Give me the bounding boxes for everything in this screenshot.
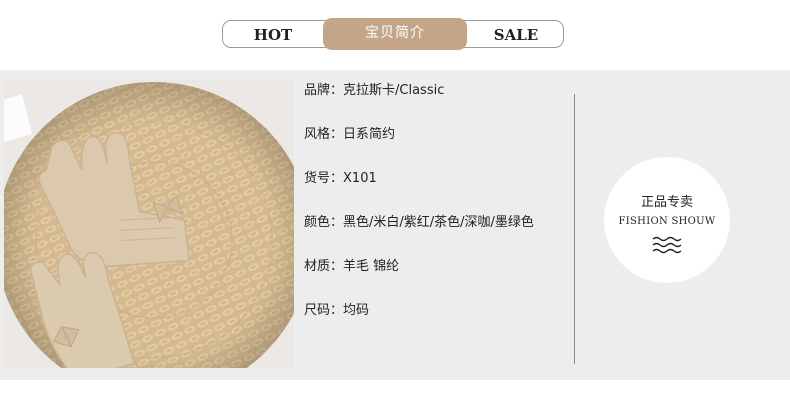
spec-material: 材质：羊毛 锦纶 xyxy=(304,256,574,300)
spec-size: 尺码：均码 xyxy=(304,300,574,344)
authentic-badge: 正品专卖 FISHION SHOUW xyxy=(604,157,730,283)
spec-label: 颜色： xyxy=(304,215,344,230)
tab-product-intro[interactable]: 宝贝简介 xyxy=(323,18,467,50)
badge-subtitle: FISHION SHOUW xyxy=(618,216,716,227)
spec-value: 日系简约 xyxy=(343,127,396,142)
spec-brand: 品牌：克拉斯卡/Classic xyxy=(304,80,574,124)
spec-label: 尺码： xyxy=(304,303,344,318)
spec-label: 材质： xyxy=(304,259,344,274)
spec-label: 风格： xyxy=(304,127,344,142)
spec-value: 黑色/米白/紫红/茶色/深咖/墨绿色 xyxy=(343,215,534,230)
product-info-panel: 品牌：克拉斯卡/Classic 风格：日系简约 货号：X101 颜色：黑色/米白… xyxy=(0,70,790,380)
spec-value: X101 xyxy=(343,171,377,186)
spec-value: 克拉斯卡/Classic xyxy=(343,83,445,98)
spec-value: 羊毛 锦纶 xyxy=(343,259,400,274)
waves-icon xyxy=(652,236,682,254)
spec-list: 品牌：克拉斯卡/Classic 风格：日系简约 货号：X101 颜色：黑色/米白… xyxy=(304,80,574,344)
spec-label: 货号： xyxy=(304,171,344,186)
product-photo xyxy=(4,80,294,368)
vertical-divider xyxy=(574,94,575,364)
gloves-on-woven-mat-image xyxy=(4,80,294,368)
spec-colors: 颜色：黑色/米白/紫红/茶色/深咖/墨绿色 xyxy=(304,212,574,256)
tab-hot[interactable]: HOT xyxy=(223,21,323,47)
spec-style: 风格：日系简约 xyxy=(304,124,574,168)
badge-title: 正品专卖 xyxy=(640,195,693,210)
spec-item-number: 货号：X101 xyxy=(304,168,574,212)
spec-label: 品牌： xyxy=(304,83,344,98)
spec-value: 均码 xyxy=(343,303,370,318)
tab-bar: HOT 宝贝简介 SALE xyxy=(222,18,564,50)
tab-sale[interactable]: SALE xyxy=(468,21,564,47)
